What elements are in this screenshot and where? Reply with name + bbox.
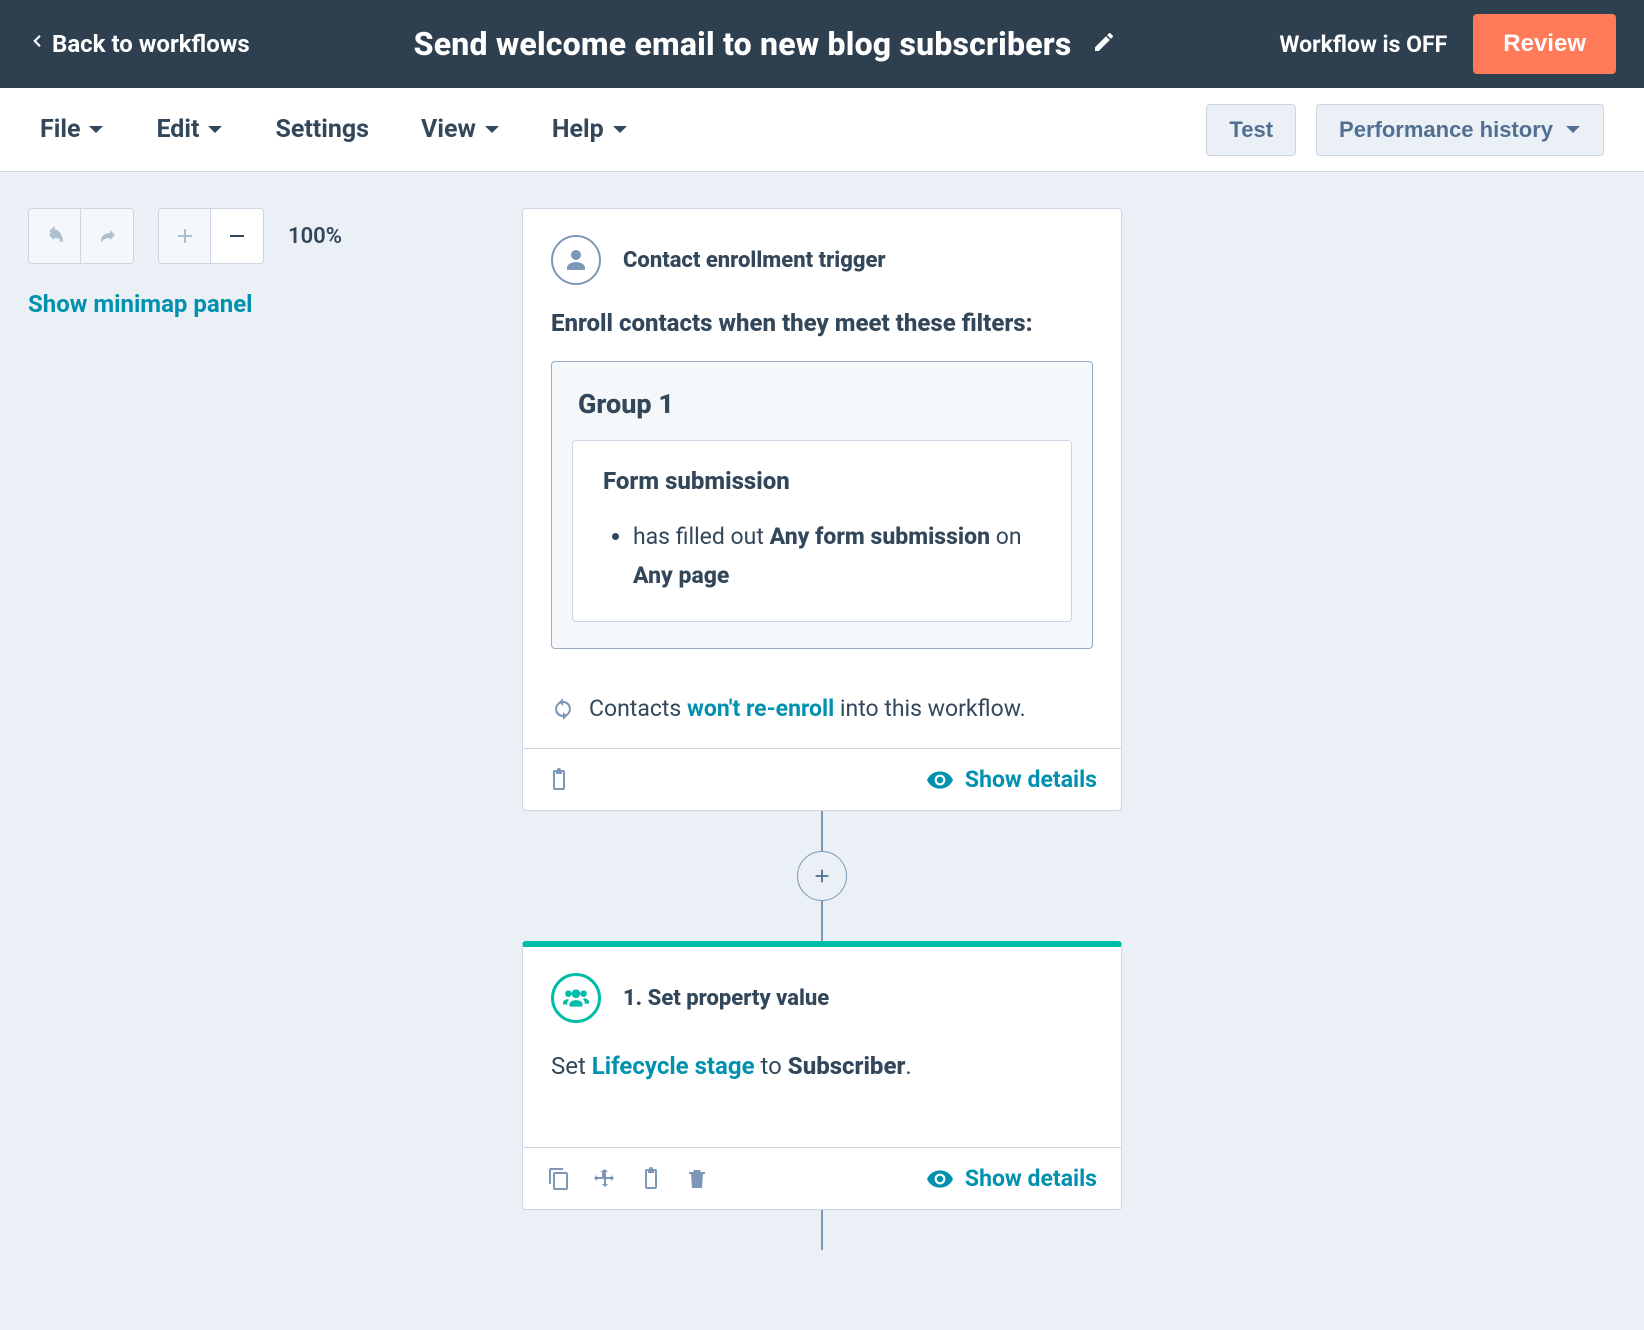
- show-minimap-link[interactable]: Show minimap panel: [28, 290, 253, 318]
- chevron-left-icon: [28, 26, 46, 62]
- performance-history-button[interactable]: Performance history: [1316, 104, 1604, 156]
- chevron-down-icon: [88, 125, 104, 135]
- group-title: Group 1: [578, 388, 1072, 420]
- action-card[interactable]: 1. Set property value Set Lifecycle stag…: [522, 941, 1122, 1210]
- filter-title: Form submission: [603, 467, 1041, 495]
- filter-group[interactable]: Group 1 Form submission has filled out A…: [551, 361, 1093, 649]
- redo-button[interactable]: [81, 209, 133, 263]
- contact-icon: [551, 235, 601, 285]
- chevron-down-icon: [1565, 125, 1581, 135]
- menu-view[interactable]: View: [421, 115, 500, 144]
- reenroll-row: Contacts won't re-enroll into this workf…: [551, 695, 1093, 722]
- review-button[interactable]: Review: [1473, 14, 1616, 74]
- action-card-footer: Show details: [523, 1147, 1121, 1209]
- enroll-description: Enroll contacts when they meet these fil…: [551, 309, 1093, 337]
- plus-icon: [811, 865, 833, 887]
- plus-icon: [173, 224, 197, 248]
- workflow-status: Workflow is OFF: [1279, 31, 1447, 58]
- zoom-in-button[interactable]: [159, 209, 211, 263]
- trigger-card[interactable]: Contact enrollment trigger Enroll contac…: [522, 208, 1122, 811]
- action-title: 1. Set property value: [623, 986, 829, 1011]
- add-step-button[interactable]: [797, 851, 847, 901]
- trash-icon[interactable]: [685, 1167, 709, 1191]
- reenroll-link[interactable]: won't re-enroll: [687, 695, 834, 722]
- redo-icon: [95, 224, 119, 248]
- chevron-down-icon: [484, 125, 500, 135]
- menu-edit[interactable]: Edit: [156, 115, 223, 144]
- workflow-title: Send welcome email to new blog subscribe…: [414, 25, 1072, 63]
- chevron-down-icon: [612, 125, 628, 135]
- clipboard-icon[interactable]: [639, 1167, 663, 1191]
- minus-icon: [225, 224, 249, 248]
- back-to-workflows[interactable]: Back to workflows: [28, 26, 250, 62]
- move-icon[interactable]: [593, 1167, 617, 1191]
- contacts-icon: [551, 973, 601, 1023]
- undo-button[interactable]: [29, 209, 81, 263]
- action-description: Set Lifecycle stage to Subscriber.: [551, 1047, 1093, 1085]
- connector: [821, 811, 823, 851]
- edit-title-icon[interactable]: [1092, 30, 1116, 58]
- eye-icon: [927, 770, 953, 790]
- undo-icon: [43, 224, 67, 248]
- menu-help[interactable]: Help: [552, 115, 628, 144]
- zoom-group: [158, 208, 264, 264]
- canvas-tools: 100%: [28, 208, 342, 264]
- eye-icon: [927, 1169, 953, 1189]
- filter-list: has filled out Any form submission on An…: [603, 517, 1041, 595]
- menu-settings[interactable]: Settings: [275, 115, 369, 144]
- menubar: File Edit Settings View Help Test Perfor…: [0, 88, 1644, 172]
- app-header: Back to workflows Send welcome email to …: [0, 0, 1644, 88]
- connector: [821, 1210, 823, 1250]
- workflow-flow: Contact enrollment trigger Enroll contac…: [522, 208, 1122, 1250]
- workflow-canvas: 100% Show minimap panel Contact enrollme…: [0, 172, 1644, 1330]
- trigger-title: Contact enrollment trigger: [623, 248, 886, 273]
- refresh-icon: [551, 697, 575, 721]
- back-label: Back to workflows: [52, 30, 250, 58]
- show-details-link[interactable]: Show details: [927, 1165, 1097, 1192]
- filter-item: has filled out Any form submission on An…: [633, 517, 1041, 595]
- zoom-out-button[interactable]: [211, 209, 263, 263]
- test-button[interactable]: Test: [1206, 104, 1296, 156]
- trigger-card-footer: Show details: [523, 748, 1121, 810]
- show-details-link[interactable]: Show details: [927, 766, 1097, 793]
- copy-icon[interactable]: [547, 1167, 571, 1191]
- clipboard-icon[interactable]: [547, 768, 571, 792]
- undo-redo-group: [28, 208, 134, 264]
- filter-box: Form submission has filled out Any form …: [572, 440, 1072, 622]
- zoom-level: 100%: [288, 224, 342, 249]
- menu-file[interactable]: File: [40, 115, 104, 144]
- connector: [821, 901, 823, 941]
- property-link[interactable]: Lifecycle stage: [592, 1052, 755, 1080]
- chevron-down-icon: [207, 125, 223, 135]
